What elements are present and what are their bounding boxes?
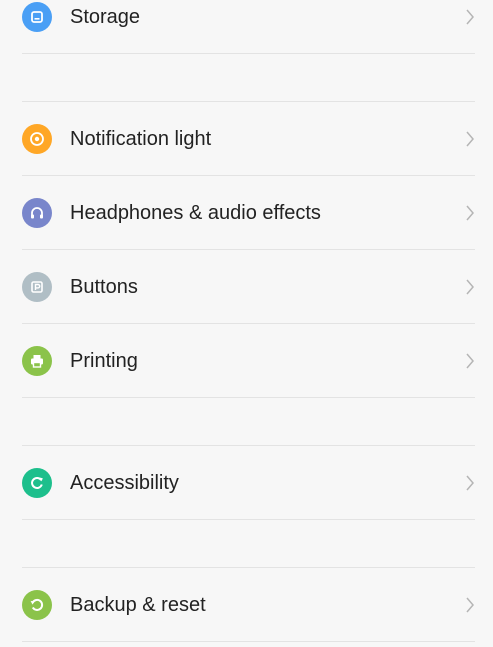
settings-item-label: Buttons: [70, 275, 138, 298]
divider: [22, 519, 475, 520]
divider: [22, 323, 475, 324]
settings-item-notification-light[interactable]: Notification light: [0, 103, 493, 175]
divider: [22, 53, 475, 54]
backup-icon: [22, 590, 52, 620]
divider: [22, 641, 475, 642]
chevron-right-icon: [466, 9, 474, 25]
divider: [22, 249, 475, 250]
notification-light-icon: [22, 124, 52, 154]
divider: [22, 397, 475, 398]
divider: [22, 567, 475, 568]
printer-icon: [22, 346, 52, 376]
settings-item-label: Accessibility: [70, 471, 179, 494]
buttons-icon: [22, 272, 52, 302]
divider: [22, 101, 475, 102]
chevron-right-icon: [466, 279, 474, 295]
storage-icon: [22, 2, 52, 32]
divider: [22, 175, 475, 176]
settings-item-buttons[interactable]: Buttons: [0, 251, 493, 323]
settings-item-label: Backup & reset: [70, 593, 206, 616]
chevron-right-icon: [466, 597, 474, 613]
chevron-right-icon: [466, 131, 474, 147]
chevron-right-icon: [466, 475, 474, 491]
divider: [22, 445, 475, 446]
settings-item-headphones[interactable]: Headphones & audio effects: [0, 177, 493, 249]
accessibility-icon: [22, 468, 52, 498]
settings-item-label: Printing: [70, 349, 138, 372]
settings-item-label: Notification light: [70, 127, 212, 150]
chevron-right-icon: [466, 353, 474, 369]
settings-item-backup-reset[interactable]: Backup & reset: [0, 569, 493, 641]
settings-item-storage[interactable]: Storage: [0, 0, 493, 53]
chevron-right-icon: [466, 205, 474, 221]
settings-item-accessibility[interactable]: Accessibility: [0, 447, 493, 519]
settings-item-printing[interactable]: Printing: [0, 325, 493, 397]
settings-item-label: Storage: [70, 5, 141, 28]
settings-item-label: Headphones & audio effects: [70, 201, 321, 224]
headphones-icon: [22, 198, 52, 228]
